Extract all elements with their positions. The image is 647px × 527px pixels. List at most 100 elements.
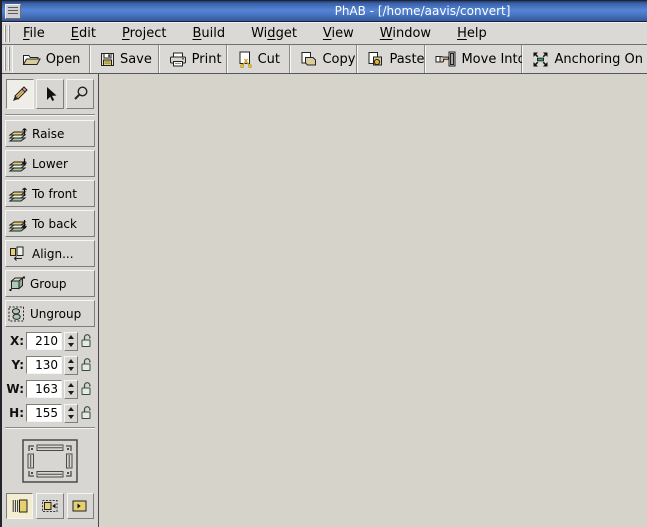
menu-window[interactable]: Window	[379, 25, 432, 42]
menu-project[interactable]: Project	[121, 25, 168, 42]
raise-button[interactable]: Raise	[5, 120, 95, 147]
save-button[interactable]: Save	[90, 45, 159, 73]
anchor-frame-icon	[22, 439, 78, 483]
toolbar: Open Save	[2, 45, 647, 74]
w-label: W:	[5, 382, 24, 396]
group-button[interactable]: Group	[5, 270, 95, 297]
move-into-label: Move Into	[461, 52, 525, 67]
move-into-button[interactable]: Move Into	[425, 45, 522, 73]
menu-widget[interactable]: Widget	[250, 25, 298, 42]
geometry-row-h: H:	[5, 403, 95, 423]
group-icon	[8, 276, 26, 292]
x-lock-icon	[80, 333, 93, 349]
menu-edit[interactable]: Edit	[70, 25, 97, 42]
collapse-left-button[interactable]	[36, 493, 63, 519]
h-input[interactable]	[26, 404, 62, 422]
design-canvas[interactable]	[99, 74, 647, 527]
w-spin-down-icon[interactable]	[65, 389, 77, 398]
align-button[interactable]: Align...	[5, 240, 95, 267]
window-title: PhAB - [/home/aavis/convert]	[198, 4, 647, 18]
h-spin-down-icon[interactable]	[65, 413, 77, 422]
lower-label: Lower	[32, 157, 68, 171]
scissors-page-icon	[237, 51, 253, 68]
geometry-row-y: Y:	[5, 355, 95, 375]
app-body: Raise Lower	[2, 74, 647, 527]
menubar-gripper[interactable]	[4, 25, 11, 42]
copy-label: Copy	[322, 52, 355, 67]
show-modules-button[interactable]	[6, 493, 33, 519]
w-input[interactable]	[26, 380, 62, 398]
paste-button[interactable]: Paste	[357, 45, 425, 73]
ungroup-icon	[8, 306, 26, 322]
to-front-label: To front	[32, 187, 77, 201]
y-lock-button[interactable]	[80, 357, 93, 373]
y-spinner	[64, 356, 78, 375]
lower-button[interactable]: Lower	[5, 150, 95, 177]
ungroup-label: Ungroup	[30, 307, 81, 321]
layers-to-front-icon	[8, 186, 28, 202]
cut-button[interactable]: Cut	[227, 45, 291, 73]
anchor-frame-control[interactable]	[22, 439, 78, 486]
copy-pages-icon	[300, 51, 317, 67]
view-buttons	[6, 493, 94, 519]
printer-icon	[169, 52, 187, 67]
hand-door-icon	[435, 51, 456, 67]
h-spinner	[64, 404, 78, 423]
x-input[interactable]	[26, 332, 62, 350]
menu-view[interactable]: View	[322, 25, 355, 42]
expand-right-icon	[71, 498, 89, 514]
group-label: Group	[30, 277, 67, 291]
ungroup-button[interactable]: Ungroup	[5, 300, 95, 327]
menu-build[interactable]: Build	[191, 25, 226, 42]
select-tool-button[interactable]	[36, 79, 64, 109]
magnifier-icon	[71, 85, 89, 103]
to-back-label: To back	[32, 217, 77, 231]
y-spin-up-icon[interactable]	[65, 357, 77, 366]
open-folder-icon	[22, 52, 41, 67]
expand-right-button[interactable]	[67, 493, 94, 519]
x-lock-button[interactable]	[80, 333, 93, 349]
h-spin-up-icon[interactable]	[65, 405, 77, 414]
anchoring-button[interactable]: Anchoring On	[522, 45, 647, 73]
h-lock-button[interactable]	[80, 405, 93, 421]
print-label: Print	[192, 52, 222, 67]
to-front-button[interactable]: To front	[5, 180, 95, 207]
w-spin-up-icon[interactable]	[65, 381, 77, 390]
floppy-disk-icon	[100, 52, 115, 67]
geometry-row-w: W:	[5, 379, 95, 399]
open-button[interactable]: Open	[12, 45, 90, 73]
w-spinner	[64, 380, 78, 399]
copy-button[interactable]: Copy	[290, 45, 357, 73]
y-spin-down-icon[interactable]	[65, 365, 77, 374]
menubar: File Edit Project Build Widget View Wind…	[2, 22, 647, 45]
h-label: H:	[5, 406, 24, 420]
window-menu-button[interactable]	[5, 4, 21, 19]
w-lock-icon	[80, 381, 93, 397]
align-label: Align...	[32, 247, 74, 261]
w-lock-button[interactable]	[80, 381, 93, 397]
y-label: Y:	[5, 358, 24, 372]
x-label: X:	[5, 334, 24, 348]
align-icon	[8, 246, 28, 262]
layers-raise-icon	[8, 126, 28, 142]
print-button[interactable]: Print	[159, 45, 227, 73]
paste-label: Paste	[389, 52, 424, 67]
draw-tool-button[interactable]	[6, 79, 34, 109]
y-lock-icon	[80, 357, 93, 373]
menu-file[interactable]: File	[22, 25, 46, 42]
window-menu-icon	[8, 7, 18, 16]
layers-lower-icon	[8, 156, 28, 172]
y-input[interactable]	[26, 356, 62, 374]
x-spin-down-icon[interactable]	[65, 341, 77, 350]
paste-clipboard-icon	[367, 51, 384, 67]
menu-help[interactable]: Help	[456, 25, 488, 42]
to-back-button[interactable]: To back	[5, 210, 95, 237]
x-spin-up-icon[interactable]	[65, 333, 77, 342]
panel-separator	[5, 427, 95, 429]
titlebar[interactable]: PhAB - [/home/aavis/convert]	[2, 1, 647, 22]
phab-window: PhAB - [/home/aavis/convert] File Edit P…	[0, 0, 647, 527]
magnify-tool-button[interactable]	[66, 79, 94, 109]
x-spinner	[64, 332, 78, 351]
toolbar-gripper[interactable]	[4, 47, 11, 71]
raise-label: Raise	[32, 127, 64, 141]
